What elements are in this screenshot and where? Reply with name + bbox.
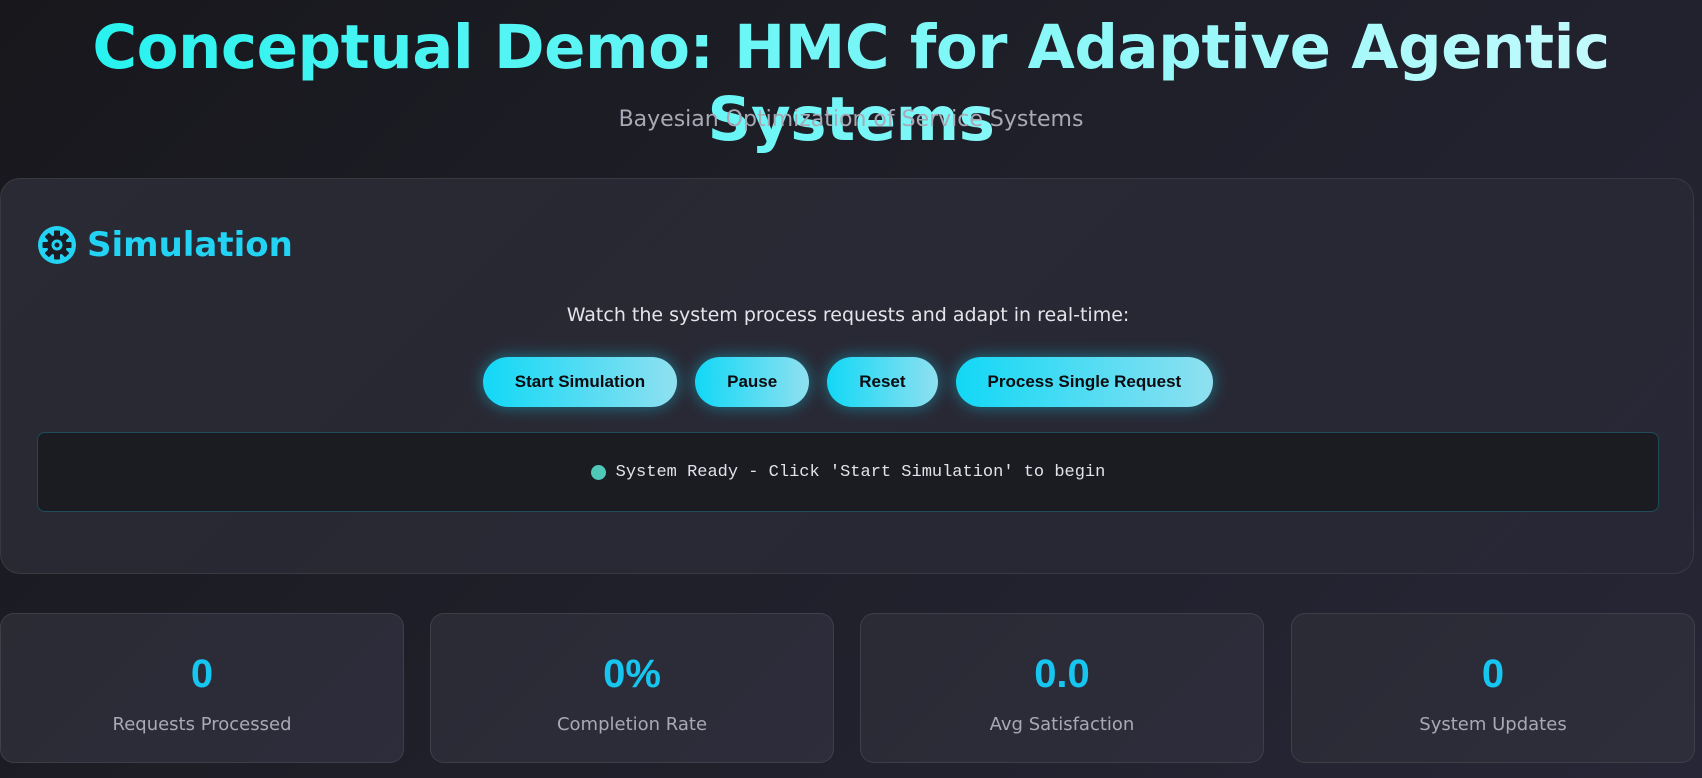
pause-button[interactable]: Pause [695,357,810,407]
simulation-panel: Simulation Watch the system process requ… [0,178,1694,574]
page-subtitle: Bayesian Optimization of Service Systems [618,107,1084,132]
stat-card-requests-processed: 0 Requests Processed [0,613,404,763]
simulation-controls: Start Simulation Pause Reset Process Sin… [1,357,1695,407]
stat-card-system-updates: 0 System Updates [1291,613,1695,763]
stats-row: 0 Requests Processed 0% Completion Rate … [0,613,1702,763]
stat-label: Completion Rate [556,714,708,735]
stat-value: 0% [603,652,661,696]
stat-label: Avg Satisfaction [989,714,1135,735]
stat-value: 0.0 [1034,652,1090,696]
stat-card-completion-rate: 0% Completion Rate [430,613,834,763]
gear-icon [38,226,76,264]
status-bar: System Ready - Click 'Start Simulation' … [37,432,1659,512]
status-text: System Ready - Click 'Start Simulation' … [615,462,1106,482]
simulation-description: Watch the system process requests and ad… [566,304,1130,326]
process-single-request-button[interactable]: Process Single Request [955,357,1214,407]
stat-value: 0 [190,652,214,696]
start-simulation-button[interactable]: Start Simulation [482,357,678,407]
simulation-heading-label: Simulation [87,225,293,265]
page-title: Conceptual Demo: HMC for Adaptive Agenti… [0,12,1702,156]
stat-value: 0 [1481,652,1505,696]
reset-button[interactable]: Reset [827,357,938,407]
status-indicator-icon [590,464,606,480]
stat-card-avg-satisfaction: 0.0 Avg Satisfaction [860,613,1264,763]
simulation-heading: Simulation [37,225,293,265]
stat-label: Requests Processed [112,714,292,735]
stat-label: System Updates [1419,714,1567,735]
